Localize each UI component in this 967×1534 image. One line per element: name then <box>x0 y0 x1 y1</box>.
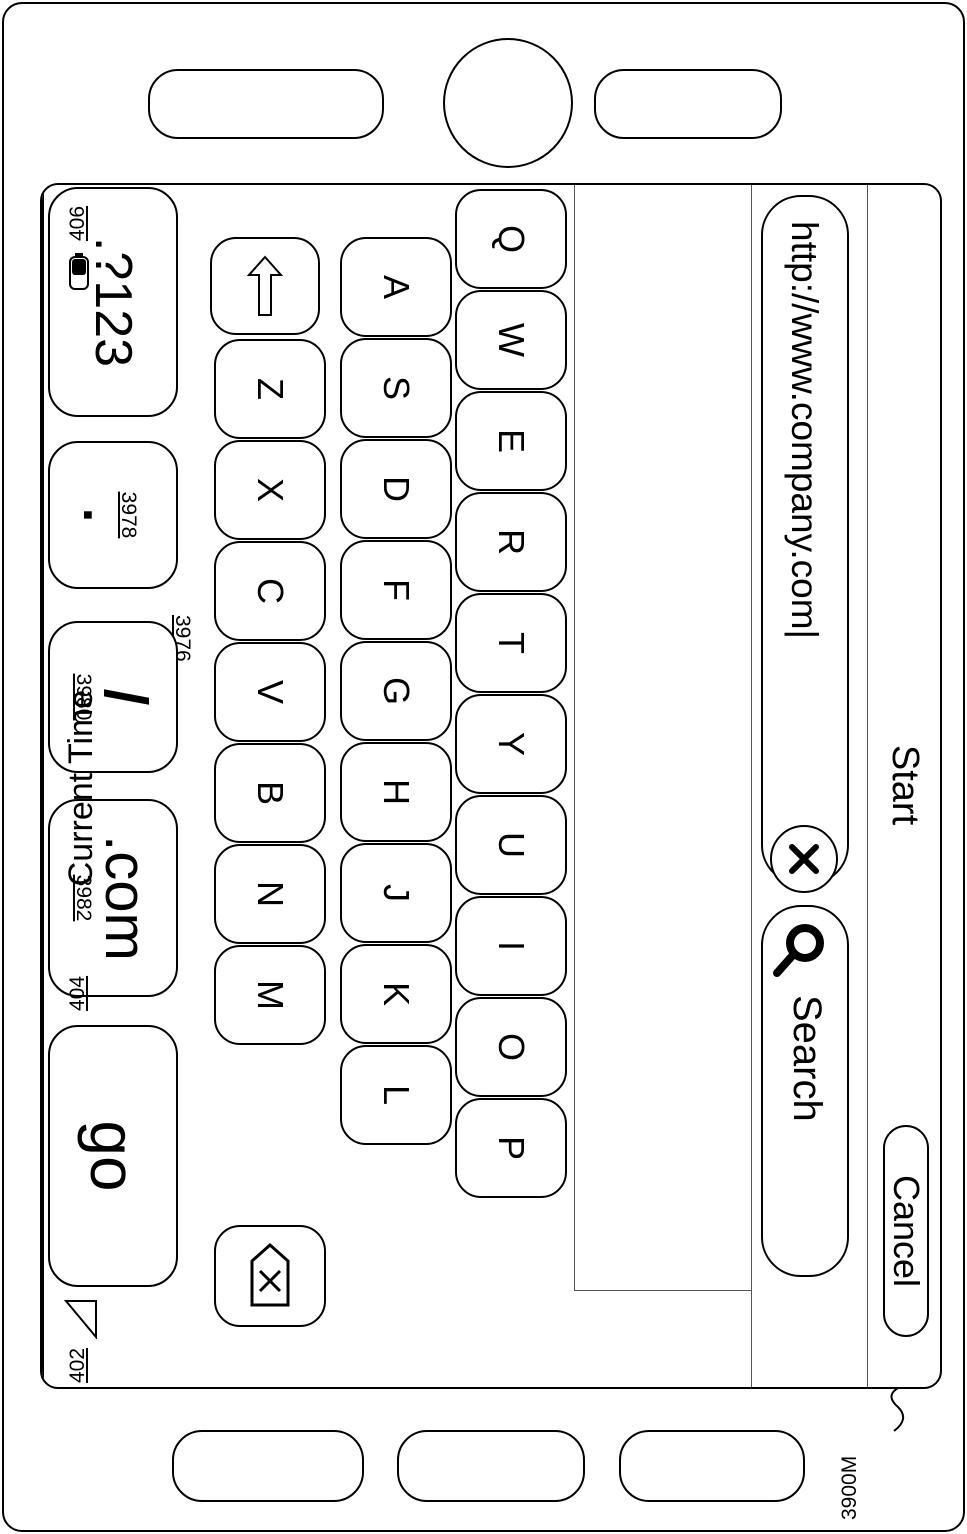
key-y[interactable]: Y <box>455 694 567 794</box>
clear-icon <box>789 844 819 874</box>
key-b[interactable]: B <box>214 743 326 843</box>
shift-arrow-icon <box>246 255 284 316</box>
key-w[interactable]: W <box>455 290 567 390</box>
key-q[interactable]: Q <box>455 189 567 289</box>
key-v[interactable]: V <box>214 642 326 742</box>
bottom-middle-hardware-button[interactable] <box>397 1430 585 1502</box>
ref-leader-line <box>890 1386 905 1432</box>
key-n[interactable]: N <box>214 844 326 944</box>
clear-url-button[interactable] <box>770 825 838 893</box>
bottom-left-hardware-button[interactable] <box>172 1430 364 1502</box>
key-z[interactable]: Z <box>214 339 326 439</box>
backspace-icon <box>250 1242 290 1307</box>
key-f[interactable]: F <box>340 540 452 640</box>
key-j[interactable]: J <box>340 843 452 943</box>
camera-lens <box>443 38 573 168</box>
url-field[interactable]: http://www.company.com| <box>761 195 849 885</box>
key-o[interactable]: O <box>455 997 567 1097</box>
battery-ref: 406 <box>66 205 89 241</box>
cancel-label: Cancel <box>886 1174 927 1288</box>
url-input[interactable]: http://www.company.com| <box>783 221 825 639</box>
bottom-right-hardware-button[interactable] <box>619 1430 805 1502</box>
key-e[interactable]: E <box>455 391 567 491</box>
key-t[interactable]: T <box>455 593 567 693</box>
current-time: Current Time <box>62 689 100 887</box>
key-u[interactable]: U <box>455 795 567 895</box>
time-ref: 404 <box>66 975 89 1011</box>
key-d[interactable]: D <box>340 439 452 539</box>
status-bar: Current Time 404 402 406 <box>42 185 114 1387</box>
key-g[interactable]: G <box>340 641 452 741</box>
search-icon <box>773 924 824 977</box>
landscape-ui: Start Cancel http://www.company.com| Sea… <box>42 185 940 1387</box>
key-k[interactable]: K <box>340 944 452 1044</box>
shift-key[interactable] <box>210 237 320 335</box>
signal-ref: 402 <box>66 1347 89 1383</box>
device-ref-label: 3900M <box>838 1455 861 1520</box>
page-title: Start <box>884 744 926 826</box>
key-p[interactable]: P <box>455 1098 567 1198</box>
key-h[interactable]: H <box>340 742 452 842</box>
header-divider <box>867 185 868 1387</box>
key-l[interactable]: L <box>340 1045 452 1145</box>
screen: Start Cancel http://www.company.com| Sea… <box>40 183 942 1389</box>
key-r[interactable]: R <box>455 492 567 592</box>
key-i[interactable]: I <box>455 896 567 996</box>
key-x[interactable]: X <box>214 440 326 540</box>
signal-strength-icon <box>64 1300 97 1339</box>
search-label: Search <box>785 995 829 1122</box>
field-divider <box>751 185 752 1387</box>
backspace-key[interactable] <box>214 1225 326 1327</box>
key-a[interactable]: A <box>340 237 452 337</box>
key-c[interactable]: C <box>214 541 326 641</box>
top-right-hardware-button[interactable] <box>594 69 782 139</box>
page-content-area <box>575 185 751 1291</box>
key-s[interactable]: S <box>340 338 452 438</box>
cancel-button[interactable]: Cancel <box>883 1125 929 1337</box>
key-m[interactable]: M <box>214 945 326 1045</box>
top-left-hardware-button[interactable] <box>148 69 384 139</box>
content-divider <box>574 185 575 1291</box>
search-field[interactable]: Search <box>761 905 849 1277</box>
battery-icon <box>69 253 89 290</box>
